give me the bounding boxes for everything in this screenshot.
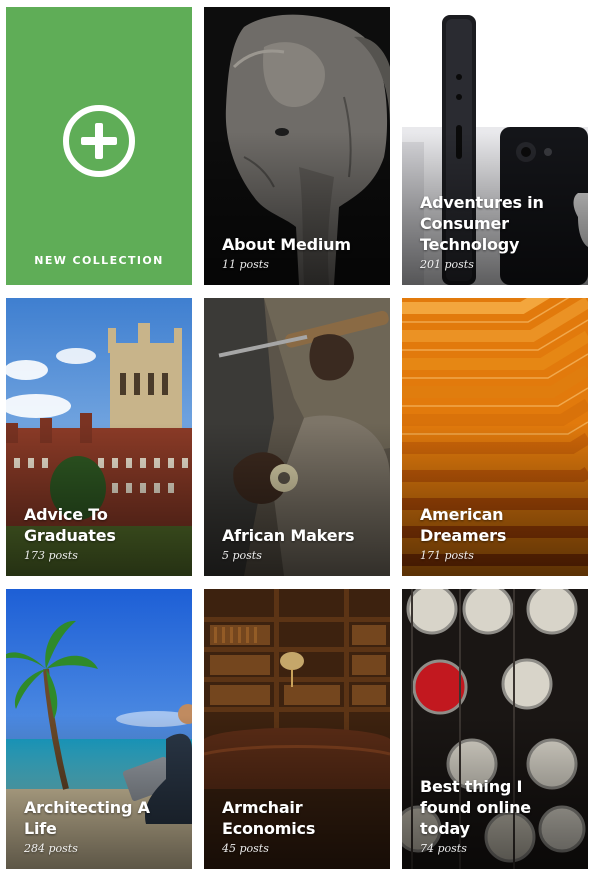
collection-post-count: 173 posts bbox=[24, 549, 78, 562]
collection-post-count: 201 posts bbox=[420, 258, 474, 271]
collection-post-count: 5 posts bbox=[222, 549, 262, 562]
collections-grid: NEW COLLECTION About Medium 11 posts Adv… bbox=[0, 0, 595, 876]
collection-caption: Adventures in Consumer Technology 201 po… bbox=[420, 192, 576, 272]
collection-title: Adventures in Consumer Technology bbox=[420, 193, 544, 254]
collection-post-count: 171 posts bbox=[420, 549, 474, 562]
collection-title: American Dreamers bbox=[420, 505, 507, 545]
collection-caption: Best thing I found online today 74 posts bbox=[420, 776, 576, 856]
plus-circle-icon bbox=[62, 104, 136, 178]
collection-caption: African Makers 5 posts bbox=[222, 525, 378, 563]
collection-caption: American Dreamers 171 posts bbox=[420, 504, 576, 563]
collection-title: Best thing I found online today bbox=[420, 777, 531, 838]
collection-title: African Makers bbox=[222, 526, 355, 545]
collection-card-adventures-in-consumer-technology[interactable]: Adventures in Consumer Technology 201 po… bbox=[402, 7, 588, 285]
collection-title: Armchair Economics bbox=[222, 798, 316, 838]
collection-card-architecting-a-life[interactable]: Architecting A Life 284 posts bbox=[6, 589, 192, 869]
collection-title: Advice To Graduates bbox=[24, 505, 116, 545]
new-collection-button[interactable]: NEW COLLECTION bbox=[6, 7, 192, 285]
collection-caption: About Medium 11 posts bbox=[222, 234, 378, 272]
collection-card-about-medium[interactable]: About Medium 11 posts bbox=[204, 7, 390, 285]
collection-title: Architecting A Life bbox=[24, 798, 150, 838]
new-collection-label: NEW COLLECTION bbox=[34, 254, 164, 267]
collection-card-advice-to-graduates[interactable]: Advice To Graduates 173 posts bbox=[6, 298, 192, 576]
collection-caption: Architecting A Life 284 posts bbox=[24, 797, 180, 856]
collection-card-american-dreamers[interactable]: American Dreamers 171 posts bbox=[402, 298, 588, 576]
collection-card-african-makers[interactable]: African Makers 5 posts bbox=[204, 298, 390, 576]
collection-post-count: 74 posts bbox=[420, 842, 467, 855]
collection-card-best-thing-i-found-online-today[interactable]: Best thing I found online today 74 posts bbox=[402, 589, 588, 869]
collection-post-count: 284 posts bbox=[24, 842, 78, 855]
collection-caption: Advice To Graduates 173 posts bbox=[24, 504, 180, 563]
collection-title: About Medium bbox=[222, 235, 351, 254]
collection-caption: Armchair Economics 45 posts bbox=[222, 797, 378, 856]
collection-post-count: 45 posts bbox=[222, 842, 269, 855]
collection-card-armchair-economics[interactable]: Armchair Economics 45 posts bbox=[204, 589, 390, 869]
collection-post-count: 11 posts bbox=[222, 258, 269, 271]
